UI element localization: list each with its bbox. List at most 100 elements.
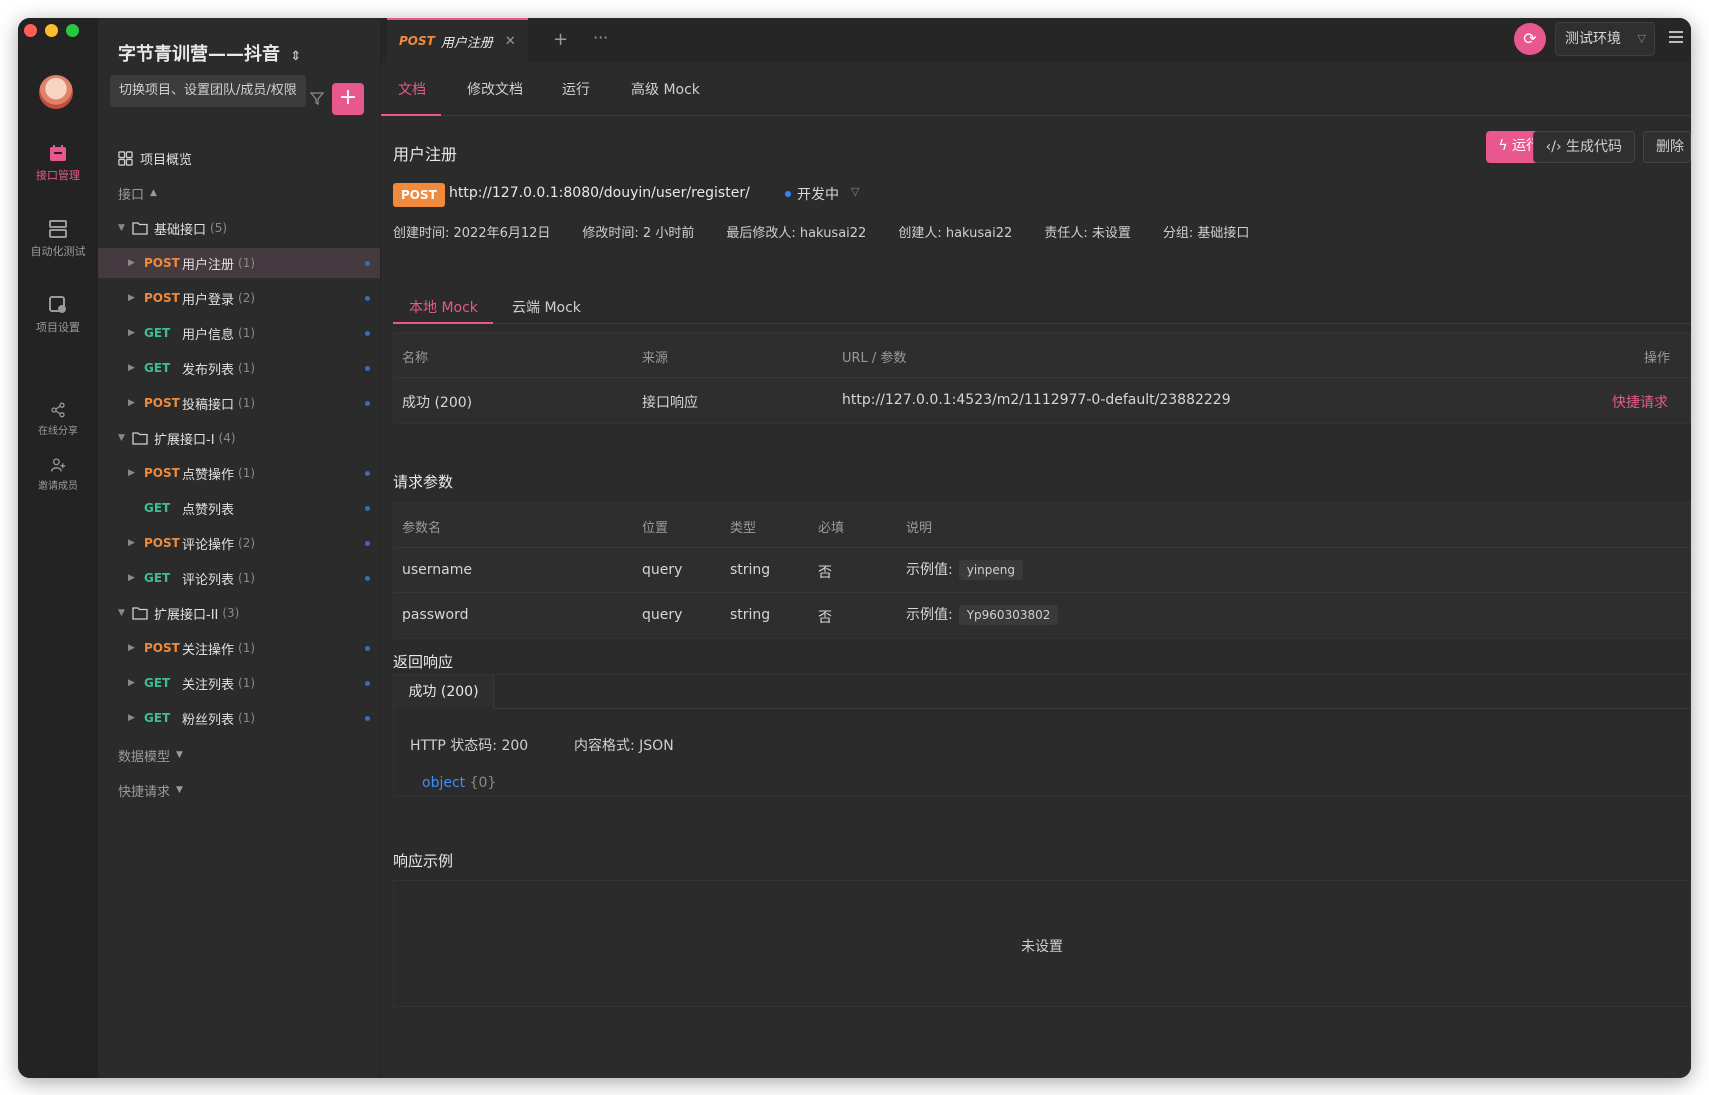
col-desc: 说明 [906,521,933,536]
status-select[interactable]: 开发中 [797,184,839,204]
tab-user-register[interactable]: POST 用户注册 ✕ [387,18,528,62]
overview-link[interactable]: 项目概览 [98,143,380,173]
group-count: (4) [218,431,236,445]
generate-code-button[interactable]: ‹/› 生成代码 [1532,131,1635,163]
sidebar-item[interactable]: ▶ POST 点赞操作 (1) [98,458,380,488]
api-manage-icon [50,145,66,161]
data-model-toggle[interactable]: 数据模型 ▼ [98,740,380,770]
sidebar-item[interactable]: ▶ GET 发布列表 (1) [98,353,380,383]
status-dot [365,331,370,336]
example-value: Yp960303802 [958,605,1059,625]
caret-right-icon: ▶ [128,468,135,478]
item-count: (1) [238,326,256,340]
item-name: 评论列表 [182,572,235,588]
caret-down-icon: ▼ [118,608,125,618]
sidebar-item[interactable]: ▶ POST 用户注册 (1) [98,248,380,278]
more-tabs-button[interactable]: ··· [593,28,608,47]
api-meta: 创建时间: 2022年6月12日 修改时间: 2 小时前 最后修改人: haku… [393,222,1281,241]
sidebar-group[interactable]: ▼ 扩展接口-II (3) [98,598,380,628]
tab-bar: POST 用户注册 ✕ + ··· ⟳ 测试环境 ▽ [381,18,1691,62]
quick-request-toggle[interactable]: 快捷请求 ▼ [98,775,380,805]
rail-item-api-manage[interactable]: 接口管理 [18,143,98,183]
rail-item-share[interactable]: 在线分享 [18,402,98,437]
status-dot [365,541,370,546]
table-row: username query string 否 示例值: yinpeng [394,548,1690,593]
sidebar-item[interactable]: ▶ POST 投稿接口 (1) [98,388,380,418]
mock-url[interactable]: http://127.0.0.1:4523/m2/1112977-0-defau… [842,392,1231,408]
sync-icon[interactable]: ⟳ [1514,23,1546,55]
folder-icon [132,607,148,620]
method-label: POST [144,256,180,270]
chevron-down-icon[interactable]: ▽ [851,185,859,198]
chevron-down-icon: ▼ [176,750,183,760]
delete-button[interactable]: 删除 [1643,131,1691,163]
sidebar-item[interactable]: ▶GET点赞列表 [98,493,380,523]
schema-object[interactable]: object {0} [422,775,496,791]
rail-item-invite[interactable]: 邀请成员 [18,457,98,492]
method-label: GET [144,501,171,515]
tab-advanced-mock[interactable]: 高级 Mock [631,79,700,99]
caret-down-icon: ▼ [118,223,125,233]
active-tab-indicator [393,322,493,324]
sidebar-item[interactable]: ▶ GET 评论列表 (1) [98,563,380,593]
maximize-window-button[interactable] [66,24,79,37]
method-label: POST [144,641,180,655]
tab-cloud-mock[interactable]: 云端 Mock [512,297,581,317]
sidebar-item[interactable]: ▶ GET 关注列表 (1) [98,668,380,698]
new-tab-button[interactable]: + [553,29,568,50]
item-name: 投稿接口 [182,397,235,413]
method-label: POST [144,291,180,305]
col-source: 来源 [642,351,669,366]
close-window-button[interactable] [24,24,37,37]
response-tab-200[interactable]: 成功 (200) [394,675,494,709]
status-dot [365,296,370,301]
rail-item-project-settings[interactable]: 项目设置 [18,295,98,335]
close-icon[interactable]: ✕ [505,34,516,49]
rail-item-automation-test[interactable]: 自动化测试 [18,219,98,259]
tab-doc[interactable]: 文档 [398,79,426,99]
sidebar-item[interactable]: ▶ GET 粉丝列表 (1) [98,703,380,733]
sidebar-item[interactable]: ▶ GET 用户信息 (1) [98,318,380,348]
environment-select[interactable]: 测试环境 ▽ [1555,22,1655,56]
filter-icon[interactable] [310,91,324,105]
col-action: 操作 [1643,351,1670,366]
table-header: 名称 来源 URL / 参数 操作 [394,333,1690,378]
status-dot [365,366,370,371]
tab-run[interactable]: 运行 [562,79,590,99]
avatar[interactable] [39,75,73,109]
meta-last-editor: 最后修改人: hakusai22 [726,226,867,241]
tab-title: 用户注册 [440,35,493,51]
sidebar-group[interactable]: ▼ 扩展接口-I (4) [98,423,380,453]
tab-local-mock[interactable]: 本地 Mock [409,297,478,317]
sidebar-item[interactable]: ▶ POST 用户登录 (2) [98,283,380,313]
left-rail: 接口管理 自动化测试 项目设置 在线分享 邀请成员 [18,18,98,1078]
quick-request-link[interactable]: 快捷请求 [1612,392,1668,412]
method-badge: POST [393,183,445,207]
chevron-down-icon: ▽ [1637,32,1646,45]
chevron-down-icon: ▼ [176,785,183,795]
menu-icon[interactable] [1669,31,1683,46]
params-table: 参数名 位置 类型 必填 说明 username query string 否 … [393,502,1691,639]
minimize-window-button[interactable] [45,24,58,37]
add-button[interactable]: + [332,83,364,115]
project-tooltip: 切换项目、设置团队/成员/权限 [110,75,306,107]
status-dot [365,646,370,651]
status-dot [365,471,370,476]
caret-right-icon: ▶ [128,678,135,688]
sidebar-item[interactable]: ▶ POST 关注操作 (1) [98,633,380,663]
mock-table: 名称 来源 URL / 参数 操作 成功 (200) 接口响应 http://1… [393,332,1691,424]
sidebar-group[interactable]: ▼ 基础接口 (5) [98,213,380,243]
example-value: yinpeng [958,560,1023,580]
item-name: 粉丝列表 [182,712,235,728]
project-switcher[interactable]: 字节青训营——抖音 ⇕ [118,40,301,66]
tab-edit-doc[interactable]: 修改文档 [467,79,523,99]
caret-right-icon: ▶ [128,713,135,723]
active-tab-indicator [381,114,441,116]
caret-right-icon: ▶ [128,643,135,653]
rail-item-label: 项目设置 [36,321,80,334]
grid-icon [118,150,133,166]
api-section-toggle[interactable]: 接口 ▲ [98,178,380,208]
caret-down-icon: ▼ [118,433,125,443]
sidebar-item[interactable]: ▶ POST 评论操作 (2) [98,528,380,558]
item-name: 用户注册 [182,257,235,273]
